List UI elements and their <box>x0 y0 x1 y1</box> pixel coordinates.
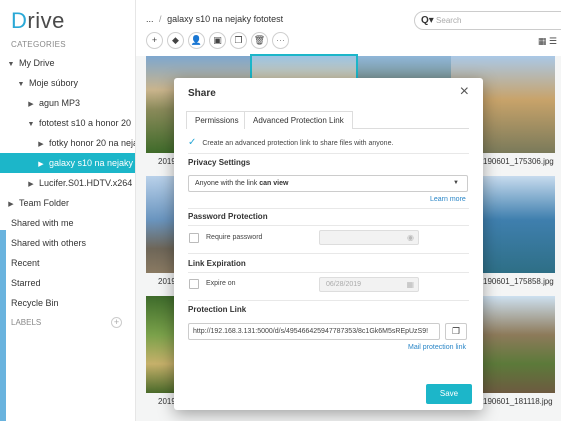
view-toggle-icon[interactable]: ▦ ☰ <box>538 36 557 47</box>
create-link-checkbox[interactable]: ✓ Create an advanced protection link to … <box>188 137 393 148</box>
add-label-icon[interactable]: + <box>111 317 122 328</box>
folder-tree: ▼ My Drive ▼ Moje súbory ▶ agun MP3 ▼ fototest … <box>0 53 135 333</box>
chevron-down-icon: ▼ <box>453 180 459 186</box>
protection-link-field[interactable]: http://192.168.3.131:5000/d/s/4954664259… <box>188 323 440 340</box>
expire-date-value: 06/28/2019 <box>326 281 362 288</box>
save-button[interactable]: Save <box>426 384 472 404</box>
toolbar: + ◆ 👤 ▣ ❐ 🗑 ··· <box>146 32 289 52</box>
add-user-icon[interactable]: 👤 <box>188 32 205 49</box>
chevron-down-icon[interactable]: ▼ <box>16 75 26 93</box>
expire-on-label: Expire on <box>206 280 236 287</box>
tree-item-label: fototest s10 a honor 20 <box>39 118 132 128</box>
chevron-right-icon[interactable]: ▶ <box>26 175 36 193</box>
tree-item-label: Lucifer.S01.HDTV.x264 <box>39 178 133 188</box>
search-placeholder: Search <box>436 16 462 25</box>
copy-icon[interactable]: ❐ <box>230 32 247 49</box>
breadcrumb-separator: / <box>159 14 162 24</box>
tree-item-label: Team Folder <box>19 198 70 208</box>
divider <box>188 300 469 301</box>
calendar-icon: ▦ <box>406 280 414 289</box>
file-name-label: 190601_175306.jpg <box>483 157 554 166</box>
sidebar-item[interactable]: Recent <box>0 253 135 273</box>
learn-more-link[interactable]: Learn more <box>430 196 466 203</box>
tree-item-label: agun MP3 <box>39 98 81 108</box>
sidebar-tree-item[interactable]: ▶galaxy s10 na nejaky fototest <box>0 153 135 173</box>
close-icon[interactable]: × <box>460 84 469 100</box>
privacy-value: Anyone with the link <box>195 180 258 187</box>
labels-title: LABELS <box>11 318 42 327</box>
tag-icon[interactable]: ◆ <box>167 32 184 49</box>
expire-date-field: 06/28/2019 ▦ <box>319 277 419 292</box>
protection-link-title: Protection Link <box>188 305 247 314</box>
tab-permissions[interactable]: Permissions <box>186 111 248 129</box>
sidebar-tree-item[interactable]: ▶ Lucifer.S01.HDTV.x264 <box>0 173 135 193</box>
search-icon[interactable]: Q▾ <box>421 15 434 26</box>
tab-advanced-protection-link[interactable]: Advanced Protection Link <box>244 111 353 129</box>
chevron-right-icon[interactable]: ▶ <box>36 135 46 153</box>
chevron-right-icon[interactable]: ▶ <box>36 155 46 173</box>
copy-link-button[interactable]: ❐ <box>445 323 467 340</box>
tree-item-label: galaxy s10 na nejaky fototest <box>49 158 135 168</box>
divider <box>188 208 469 209</box>
tree-item-label: Moje súbory <box>29 78 79 88</box>
tree-item-label: fotky honor 20 na nejaky <box>49 138 135 148</box>
tree-item-label: My Drive <box>19 58 55 68</box>
sidebar-tree-item[interactable]: ▼ fototest s10 a honor 20 <box>0 113 135 133</box>
password-field: ◉ <box>319 230 419 245</box>
chevron-down-icon[interactable]: ▼ <box>6 55 16 73</box>
share-dialog: Share × Permissions Advanced Protection … <box>174 78 483 410</box>
more-icon[interactable]: ··· <box>272 32 289 49</box>
sidebar-tree-item[interactable]: ▶ agun MP3 <box>0 93 135 113</box>
require-password-label: Require password <box>206 234 263 241</box>
sidebar-accent-strip <box>0 230 6 421</box>
dialog-tabs: Permissions Advanced Protection Link <box>186 111 469 129</box>
divider <box>188 225 469 226</box>
privacy-select[interactable]: Anyone with the link can view ▼ <box>188 175 468 192</box>
checkmark-icon: ✓ <box>188 137 197 148</box>
chevron-right-icon[interactable]: ▶ <box>26 95 36 113</box>
file-name-label: 190601_181118.jpg <box>483 397 553 406</box>
labels-section: LABELS + <box>0 313 135 333</box>
eye-icon: ◉ <box>407 233 414 242</box>
categories-title: CATEGORIES <box>11 40 66 49</box>
app-logo: Drive <box>11 8 65 33</box>
sidebar-tree-item[interactable]: ▼ My Drive <box>0 53 135 73</box>
add-icon[interactable]: + <box>146 32 163 49</box>
sidebar-item[interactable]: Shared with others <box>0 233 135 253</box>
divider <box>188 253 469 254</box>
sidebar-item[interactable]: Starred <box>0 273 135 293</box>
mail-protection-link[interactable]: Mail protection link <box>408 344 466 351</box>
require-password-checkbox[interactable] <box>189 233 199 243</box>
link-expiration-title: Link Expiration <box>188 259 246 268</box>
sidebar-item[interactable]: Recycle Bin <box>0 293 135 313</box>
chevron-right-icon[interactable]: ▶ <box>6 195 16 213</box>
breadcrumb: ... / galaxy s10 na nejaky fototest <box>146 14 283 24</box>
sidebar-item[interactable]: Shared with me <box>0 213 135 233</box>
dialog-title: Share <box>188 88 216 99</box>
topbar: ... / galaxy s10 na nejaky fototest Q▾ S… <box>136 0 561 56</box>
sidebar-tree-item[interactable]: ▶ Team Folder <box>0 193 135 213</box>
copy-icon: ❐ <box>451 326 461 336</box>
expire-on-checkbox[interactable] <box>189 279 199 289</box>
privacy-settings-title: Privacy Settings <box>188 158 251 167</box>
file-name-label: 190601_175858.jpg <box>483 277 554 286</box>
divider <box>188 153 469 154</box>
breadcrumb-current: galaxy s10 na nejaky fototest <box>167 14 284 24</box>
chevron-down-icon[interactable]: ▼ <box>26 115 36 133</box>
move-icon[interactable]: ▣ <box>209 32 226 49</box>
password-protection-title: Password Protection <box>188 212 268 221</box>
create-link-label: Create an advanced protection link to sh… <box>202 140 394 147</box>
search-input[interactable]: Q▾ Search <box>414 11 561 30</box>
sidebar-tree-item[interactable]: ▶fotky honor 20 na nejaky <box>0 133 135 153</box>
sidebar-tree-item[interactable]: ▼ Moje súbory <box>0 73 135 93</box>
trash-icon[interactable]: 🗑 <box>251 32 268 49</box>
sidebar: Drive CATEGORIES ▼ My Drive ▼ Moje súbory ▶ a… <box>0 0 136 421</box>
breadcrumb-root[interactable]: ... <box>146 14 154 24</box>
divider <box>188 272 469 273</box>
privacy-value-strong: can view <box>259 180 289 187</box>
